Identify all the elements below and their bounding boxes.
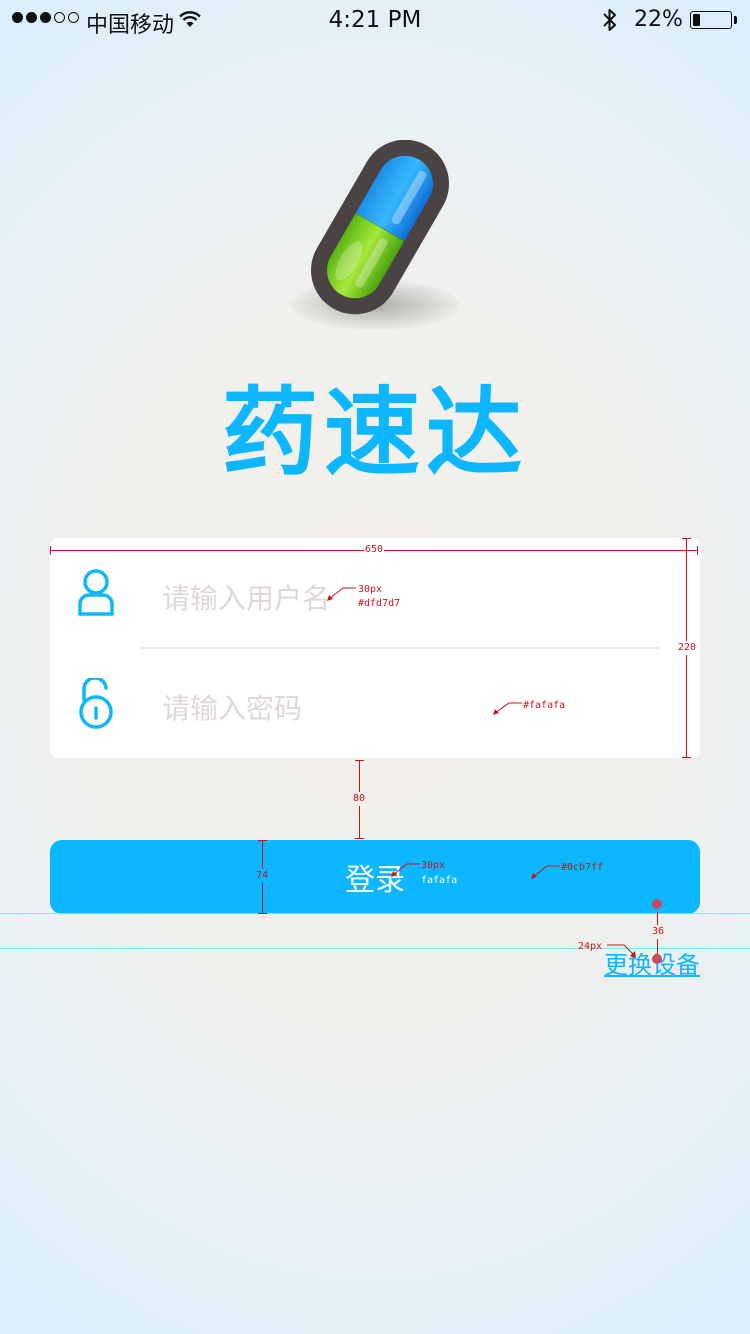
gap-marker [652, 954, 662, 964]
placeholder-size-label: 30px [358, 584, 383, 595]
login-button[interactable]: 登录 [50, 840, 700, 914]
battery-icon [690, 11, 732, 29]
redline-tick [355, 838, 364, 839]
redline-tick [258, 913, 267, 914]
card-color-label: #fafafa [523, 700, 566, 711]
redline-tick [697, 546, 698, 555]
button-text-color-label: fafafa [421, 875, 458, 886]
redline-tick [682, 538, 691, 539]
gap-label: 80 [352, 792, 367, 806]
password-field [50, 648, 700, 758]
button-color-label: #0cb7ff [561, 862, 604, 873]
battery-level-fill [693, 14, 700, 26]
gap-marker [652, 899, 662, 909]
card-height-label: 220 [677, 641, 698, 655]
username-input[interactable] [162, 578, 642, 618]
redline-tick [682, 757, 691, 758]
redline-tick [355, 760, 364, 761]
app-name: 药速达 [222, 377, 528, 489]
battery-tip [734, 16, 737, 24]
password-input[interactable] [162, 688, 642, 728]
user-icon [78, 569, 114, 616]
callout-arrow [607, 944, 636, 958]
callout-arrow [493, 702, 522, 715]
link-size-label: 24px [578, 941, 603, 952]
login-form-card [50, 538, 700, 758]
link-gap-label: 36 [651, 925, 666, 939]
redline-tick [50, 546, 51, 555]
guide-line [0, 913, 750, 914]
card-width-label: 650 [364, 544, 385, 556]
unlock-icon [79, 678, 113, 729]
bluetooth-icon [603, 9, 616, 31]
callout-arrow [391, 863, 420, 877]
callout-arrow [327, 587, 356, 601]
capsule-pill-icon [311, 140, 449, 315]
button-height-label: 74 [255, 869, 270, 883]
callout-arrow [531, 865, 560, 879]
button-text-size-label: 30px [421, 860, 446, 871]
redline-tick [258, 840, 267, 841]
status-bar: 中国移动 4:21 PM 22% [0, 0, 750, 40]
battery-percentage: 22% [634, 7, 683, 32]
placeholder-color-label: #dfd7d7 [358, 598, 401, 609]
